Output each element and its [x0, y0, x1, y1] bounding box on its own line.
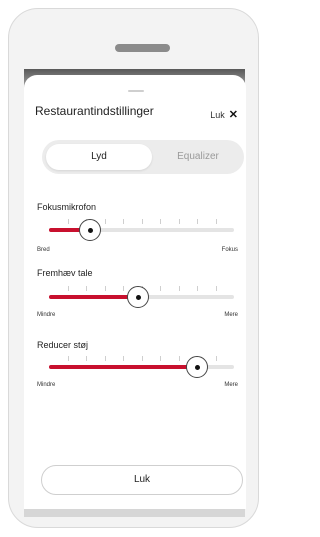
slider-thumb-enhance-speech[interactable] — [126, 286, 149, 308]
slider-tick — [141, 356, 143, 361]
slider-fill-enhance-speech — [49, 295, 138, 299]
slider-tick — [160, 356, 161, 361]
settings-sheet: Restaurantindstillinger Luk ✕ Lyd Equali… — [24, 75, 246, 509]
slider-tick — [67, 286, 69, 291]
slider-max-label-enhance-speech: Mere — [224, 312, 238, 318]
slider-tick — [197, 219, 198, 224]
slider-tick — [160, 286, 161, 291]
slider-tick — [123, 356, 124, 361]
slider-tick — [141, 219, 143, 224]
slider-tick — [197, 286, 198, 291]
slider-tick — [86, 286, 87, 291]
slider-max-label-reduce-noise: Mere — [224, 382, 238, 388]
slider-tick — [215, 286, 217, 291]
slider-tick — [178, 356, 180, 361]
close-button-label: Luk — [210, 109, 225, 120]
slider-tick — [67, 356, 69, 361]
slider-tick — [215, 219, 217, 224]
slider-tick — [123, 286, 124, 291]
slider-thumb-reduce-noise[interactable] — [186, 356, 208, 378]
slider-tick — [178, 286, 180, 291]
close-icon: ✕ — [228, 109, 238, 121]
slider-min-label-reduce-noise: Mindre — [37, 382, 56, 388]
slider-tick — [104, 219, 106, 224]
slider-label-focus-mic: Fokusmikrofon — [37, 202, 97, 212]
slider-tick — [104, 286, 106, 291]
slider-min-label-focus-mic: Bred — [37, 247, 50, 253]
slider-fill-reduce-noise — [49, 365, 197, 369]
phone-speaker — [115, 44, 170, 52]
slider-tick — [104, 356, 106, 361]
slider-label-reduce-noise: Reducer støj — [37, 340, 89, 350]
bottom-close-button[interactable]: Luk — [41, 465, 243, 495]
slider-tick — [160, 219, 161, 224]
tab-lyd[interactable]: Lyd — [46, 144, 152, 170]
slider-tick — [67, 219, 69, 224]
sheet-title: Restaurantindstillinger — [35, 104, 154, 118]
sheet-grab-handle[interactable] — [128, 90, 144, 92]
slider-track-focus-mic[interactable] — [49, 219, 234, 232]
close-button[interactable]: Luk ✕ — [210, 108, 238, 121]
slider-thumb-focus-mic[interactable] — [78, 219, 101, 241]
slider-tick — [123, 219, 124, 224]
tab-equalizer[interactable]: Equalizer — [152, 140, 244, 174]
slider-max-label-focus-mic: Fokus — [221, 247, 238, 253]
slider-tick — [86, 356, 87, 361]
slider-min-label-enhance-speech: Mindre — [37, 312, 56, 318]
slider-tick — [215, 356, 217, 361]
tab-switcher: Lyd Equalizer — [42, 140, 244, 174]
slider-label-enhance-speech: Fremhæv tale — [37, 268, 93, 278]
slider-tick — [178, 219, 180, 224]
